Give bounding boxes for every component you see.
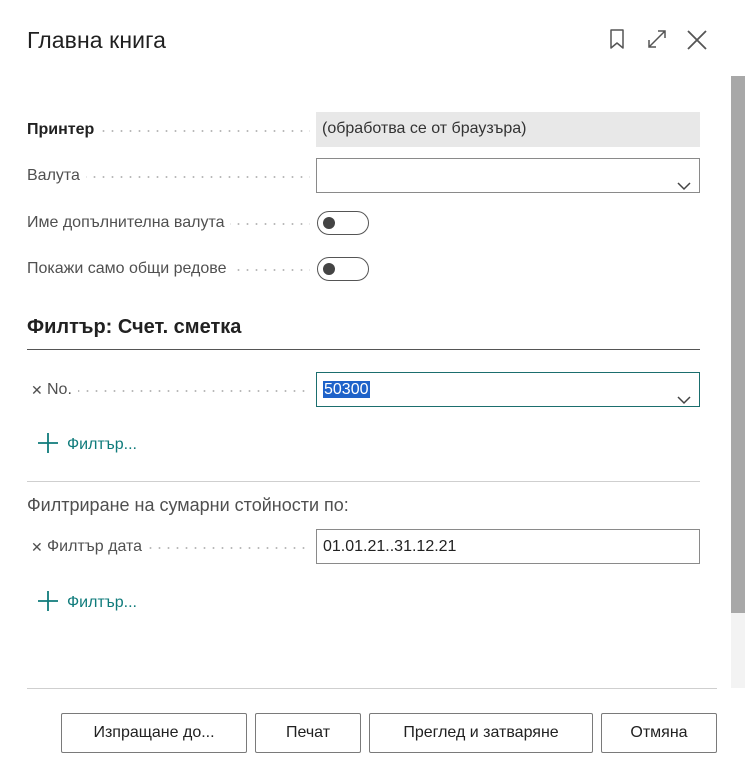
add-filter-label: Филтър... [67,436,137,453]
section-divider [27,481,700,482]
no-filter-row: ✕ No. 50300 [27,372,700,408]
remove-filter-icon[interactable]: ✕ [31,540,43,554]
chevron-down-icon[interactable] [677,170,691,203]
bookmark-icon[interactable] [609,29,625,54]
preview-close-button[interactable]: Преглед и затваряне [369,713,593,753]
remove-filter-icon[interactable]: ✕ [31,383,43,397]
scrollbar-thumb[interactable] [731,76,745,613]
toggle-knob [323,263,335,275]
totals-section-title: Филтриране на сумарни стойности по: [27,495,349,515]
no-filter-input[interactable]: 50300 [316,372,700,407]
expand-icon[interactable] [647,29,667,54]
print-button[interactable]: Печат [255,713,361,753]
leader-dots [47,390,310,392]
no-filter-label: No. [47,372,78,408]
section-divider [27,349,700,350]
date-filter-label: Филтър дата [47,529,149,565]
printer-row: Принтер (обработва се от браузъра) [27,112,700,148]
close-icon[interactable] [686,29,708,56]
printer-label: Принтер [27,112,101,148]
currency-select[interactable] [316,158,700,193]
totals-only-toggle[interactable] [317,257,369,281]
addl-currency-label: Име допълнителна валута [27,205,231,241]
no-filter-value: 50300 [323,381,370,398]
plus-icon [37,432,59,459]
currency-label: Валута [27,158,86,194]
date-filter-input[interactable]: 01.01.21..31.12.21 [316,529,700,564]
totals-only-row: Покажи само общи редове [27,251,700,287]
cancel-button[interactable]: Отмяна [601,713,717,753]
addl-currency-row: Име допълнителна валута [27,205,700,241]
date-filter-row: ✕ Филтър дата 01.01.21..31.12.21 [27,529,700,565]
add-filter-button[interactable]: Филтър... [37,431,137,459]
addl-currency-toggle[interactable] [317,211,369,235]
totals-only-label: Покажи само общи редове [27,251,233,287]
send-to-button[interactable]: Изпращане до... [61,713,247,753]
dialog-title: Главна книга [27,27,166,53]
footer-divider [27,688,717,689]
toggle-knob [323,217,335,229]
add-filter-button[interactable]: Филтър... [37,589,137,617]
filter-section-title: Филтър: Счет. сметка [27,316,242,338]
printer-field: (обработва се от браузъра) [316,112,700,147]
plus-icon [37,590,59,617]
chevron-down-icon[interactable] [677,384,691,417]
add-filter-label: Филтър... [67,594,137,611]
currency-row: Валута [27,158,700,194]
